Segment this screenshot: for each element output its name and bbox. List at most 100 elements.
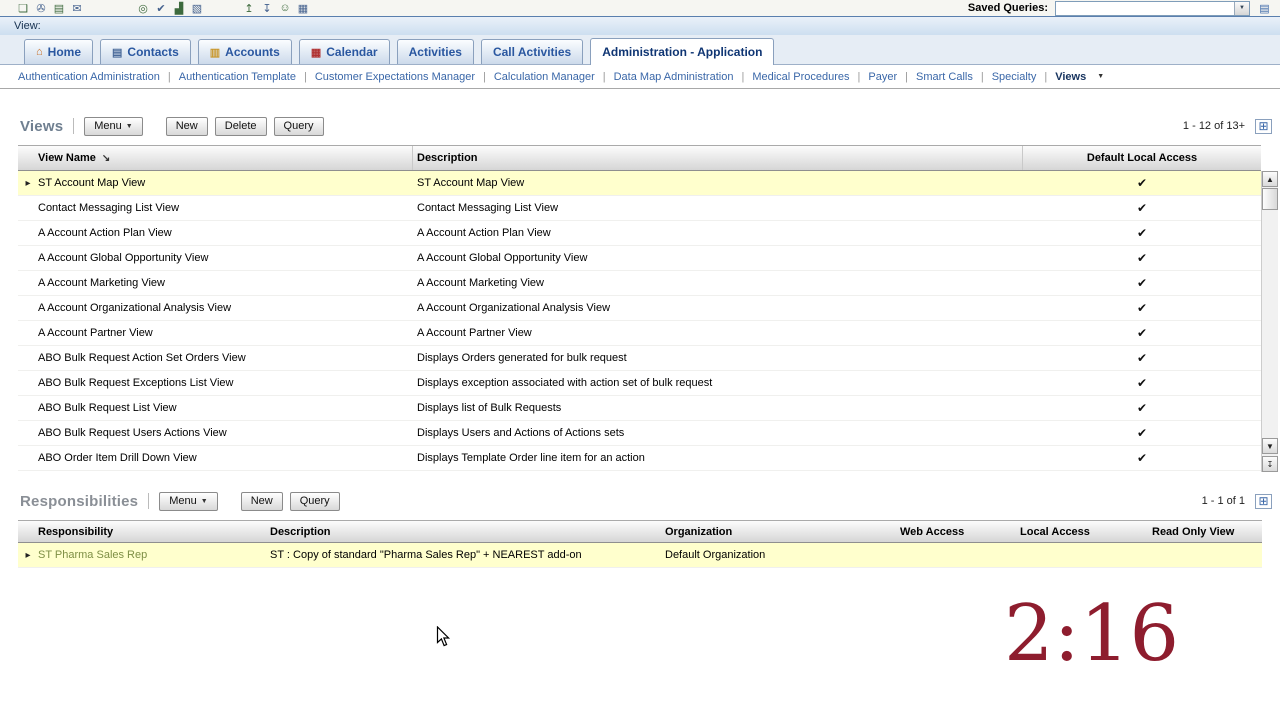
column-header-description[interactable]: Description: [268, 521, 663, 542]
export-icon[interactable]: ↥: [240, 1, 258, 16]
chevron-down-icon[interactable]: ▼: [1234, 1, 1249, 15]
saved-queries-label: Saved Queries:: [967, 2, 1048, 14]
table-row[interactable]: A Account Partner View A Account Partner…: [18, 321, 1261, 346]
table-row[interactable]: Contact Messaging List View Contact Mess…: [18, 196, 1261, 221]
views-query-button[interactable]: Query: [273, 116, 324, 136]
scroll-up-icon[interactable]: ▲: [1262, 171, 1278, 187]
subnav-item-medical-procedures[interactable]: Medical Procedures: [744, 71, 857, 83]
checkmark-icon: ✔: [1136, 376, 1148, 390]
tab-accounts[interactable]: ▥ Accounts: [197, 39, 292, 64]
subnav-item-customer-expectations-manager[interactable]: Customer Expectations Manager: [307, 71, 483, 83]
subnav-item-data-map-administration[interactable]: Data Map Administration: [606, 71, 742, 83]
calendar-icon: ▦: [310, 46, 322, 59]
applications-icon[interactable]: ▦: [294, 1, 312, 16]
subnav-item-smart-calls[interactable]: Smart Calls: [908, 71, 981, 83]
table-row[interactable]: ABO Bulk Request Exceptions List View Di…: [18, 371, 1261, 396]
open-icon[interactable]: ❏: [14, 1, 32, 16]
views-delete-button[interactable]: Delete: [214, 116, 267, 136]
column-header-view-name[interactable]: View Name ↘: [38, 146, 413, 170]
tab-home[interactable]: ⌂ Home: [24, 39, 93, 64]
table-row[interactable]: A Account Marketing View A Account Marke…: [18, 271, 1261, 296]
subnav-item-authentication-template[interactable]: Authentication Template: [171, 71, 304, 83]
saved-queries-dropdown[interactable]: ▼: [1055, 0, 1250, 16]
column-header-description[interactable]: Description: [413, 146, 1023, 170]
cell-web-access: [898, 543, 1018, 567]
column-header-read-only-view[interactable]: Read Only View: [1138, 521, 1262, 542]
divider: [148, 493, 150, 509]
subnav-item-views[interactable]: Views: [1047, 71, 1094, 83]
column-header-web-access[interactable]: Web Access: [898, 521, 1018, 542]
email-icon[interactable]: ✉: [68, 1, 86, 16]
tab-label: Contacts: [127, 45, 179, 59]
help-icon[interactable]: ☺: [276, 1, 294, 16]
cell-default-local-access: ✔: [1023, 296, 1261, 320]
table-row[interactable]: ABO Order Item Drill Down View Displays …: [18, 446, 1261, 471]
responsibilities-menu-button[interactable]: Menu ▼: [159, 491, 218, 511]
table-row[interactable]: A Account Action Plan View A Account Act…: [18, 221, 1261, 246]
tab-administration-application[interactable]: Administration - Application: [590, 38, 775, 65]
table-row[interactable]: A Account Global Opportunity View A Acco…: [18, 246, 1261, 271]
saved-query-icon[interactable]: ▤: [1257, 1, 1272, 15]
responsibilities-query-button[interactable]: Query: [289, 491, 340, 511]
chevron-down-icon[interactable]: ▼: [1097, 73, 1104, 80]
table-row[interactable]: ▸ ST Account Map View ST Account Map Vie…: [18, 171, 1261, 196]
save-icon[interactable]: ✇: [32, 1, 50, 16]
scrollbar-thumb[interactable]: [1262, 188, 1278, 210]
scroll-down-icon[interactable]: ▼: [1262, 438, 1278, 454]
column-header-default-local-access[interactable]: Default Local Access: [1023, 146, 1261, 170]
selected-row-arrow: ▸: [25, 177, 31, 189]
table-row[interactable]: ABO Bulk Request Users Actions View Disp…: [18, 421, 1261, 446]
scrollbar-track[interactable]: [1262, 210, 1278, 438]
cell-view-name: ABO Bulk Request Users Actions View: [38, 427, 227, 439]
responsibilities-new-button[interactable]: New: [240, 491, 283, 511]
view-menu-label[interactable]: View:: [14, 20, 41, 32]
divider: [73, 118, 75, 134]
saved-queries-control: Saved Queries: ▼ ▤: [968, 0, 1272, 16]
column-header-responsibility[interactable]: Responsibility: [38, 521, 268, 542]
views-applet-header: Views Menu ▼ New Delete Query 1 - 12 of 1…: [0, 110, 1280, 142]
table-row[interactable]: ▸ ST Pharma Sales Rep ST : Copy of stand…: [18, 543, 1262, 568]
responsibilities-table-header: Responsibility Description Organization …: [18, 520, 1262, 543]
cell-responsibility[interactable]: ST Pharma Sales Rep: [38, 543, 268, 567]
cell-description: Displays Users and Actions of Actions se…: [417, 427, 625, 439]
subnav-item-calculation-manager[interactable]: Calculation Manager: [486, 71, 603, 83]
views-scrollbar[interactable]: ▲ ▼ ↧: [1261, 171, 1278, 472]
grid-toggle-icon[interactable]: ⊞: [1255, 118, 1272, 134]
column-header-organization[interactable]: Organization: [663, 521, 898, 542]
checkmark-icon: ✔: [1136, 451, 1148, 465]
report-icon[interactable]: ▧: [188, 1, 206, 16]
views-menu-button[interactable]: Menu ▼: [84, 116, 143, 136]
views-title: Views: [20, 117, 64, 135]
responsibilities-title: Responsibilities: [20, 492, 139, 510]
cell-view-name: A Account Global Opportunity View: [38, 252, 209, 264]
tab-activities[interactable]: Activities: [396, 39, 474, 64]
import-icon[interactable]: ↧: [258, 1, 276, 16]
tab-call-activities[interactable]: Call Activities: [480, 39, 584, 64]
table-row[interactable]: ABO Bulk Request List View Displays list…: [18, 396, 1261, 421]
print-icon[interactable]: ▤: [50, 1, 68, 16]
cell-description: ST : Copy of standard "Pharma Sales Rep"…: [270, 549, 582, 561]
cell-organization: Default Organization: [665, 549, 766, 561]
table-row[interactable]: A Account Organizational Analysis View A…: [18, 296, 1261, 321]
scroll-to-end-icon[interactable]: ↧: [1262, 456, 1278, 472]
column-header-local-access[interactable]: Local Access: [1018, 521, 1138, 542]
subnav-item-payer[interactable]: Payer: [860, 71, 905, 83]
cell-default-local-access: ✔: [1023, 346, 1261, 370]
tab-calendar[interactable]: ▦ Calendar: [298, 39, 390, 64]
spell-check-icon[interactable]: ✔: [152, 1, 170, 16]
tab-contacts[interactable]: ▤ Contacts: [100, 39, 191, 64]
subnav-item-specialty[interactable]: Specialty: [984, 71, 1045, 83]
cell-view-name: Contact Messaging List View: [38, 202, 180, 214]
table-row[interactable]: ABO Bulk Request Action Set Orders View …: [18, 346, 1261, 371]
views-list-applet: View Name ↘ Description Default Local Ac…: [18, 145, 1261, 471]
search-icon[interactable]: ◎: [134, 1, 152, 16]
views-new-button[interactable]: New: [165, 116, 208, 136]
mouse-cursor: [436, 626, 451, 647]
chart-icon[interactable]: ▟: [170, 1, 188, 16]
subnav-item-authentication-administration[interactable]: Authentication Administration: [10, 71, 168, 83]
tab-label: Accounts: [225, 45, 280, 59]
home-icon: ⌂: [36, 46, 43, 58]
cell-description: A Account Partner View: [417, 327, 532, 339]
grid-toggle-icon[interactable]: ⊞: [1255, 493, 1272, 509]
toolbar-group-file: ❏ ✇ ▤ ✉: [14, 1, 86, 16]
